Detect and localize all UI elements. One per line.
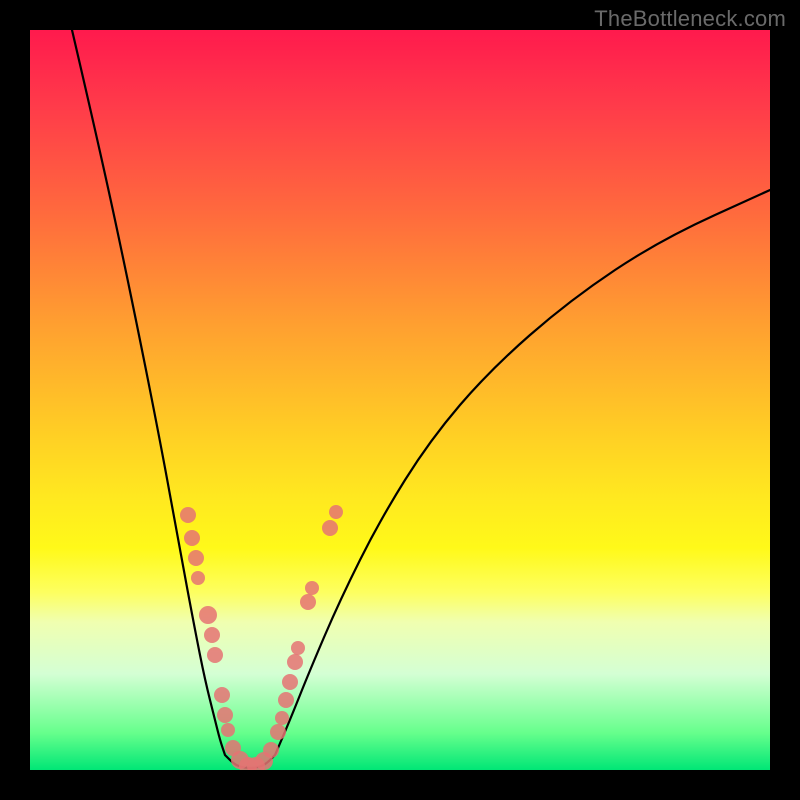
data-point-marker: [214, 687, 230, 703]
data-point-marker: [217, 707, 233, 723]
data-point-marker: [305, 581, 319, 595]
data-point-marker: [282, 674, 298, 690]
data-point-marker: [287, 654, 303, 670]
data-point-marker: [329, 505, 343, 519]
data-point-marker: [278, 692, 294, 708]
data-point-marker: [180, 507, 196, 523]
data-point-marker: [204, 627, 220, 643]
data-point-marker: [221, 723, 235, 737]
data-point-marker: [191, 571, 205, 585]
curve-svg: [30, 30, 770, 770]
data-point-marker: [300, 594, 316, 610]
data-point-marker: [275, 711, 289, 725]
data-point-marker: [270, 724, 286, 740]
data-point-marker: [263, 742, 279, 758]
data-point-marker: [184, 530, 200, 546]
data-point-marker: [207, 647, 223, 663]
bottleneck-curve: [72, 30, 770, 768]
watermark-text: TheBottleneck.com: [594, 6, 786, 32]
data-point-marker: [291, 641, 305, 655]
chart-frame: TheBottleneck.com: [0, 0, 800, 800]
plot-area: [30, 30, 770, 770]
data-point-marker: [188, 550, 204, 566]
data-point-marker: [199, 606, 217, 624]
data-markers: [180, 505, 343, 770]
data-point-marker: [322, 520, 338, 536]
